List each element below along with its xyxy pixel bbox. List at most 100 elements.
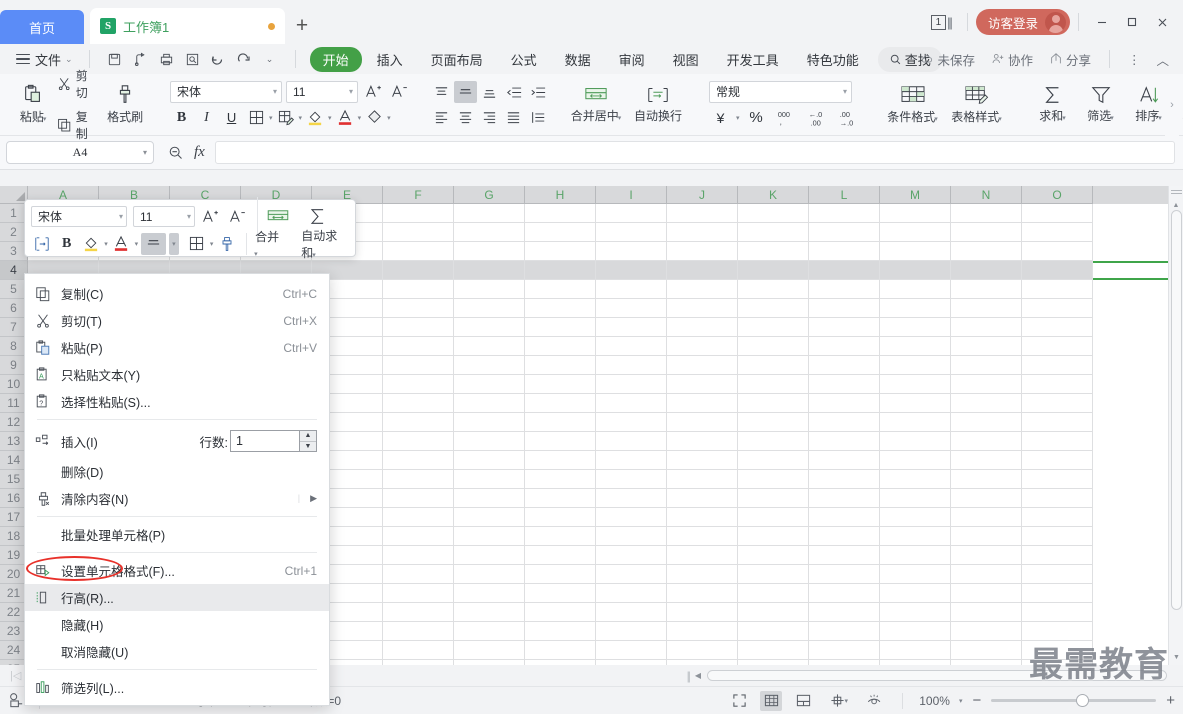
cell-J19[interactable] [667, 546, 738, 565]
vertical-split-handle[interactable] [1171, 188, 1182, 196]
column-header-L[interactable]: L [809, 186, 880, 204]
format-painter-button[interactable]: 格式刷 [100, 77, 150, 133]
cell-M8[interactable] [880, 337, 951, 356]
cell-F12[interactable] [383, 413, 454, 432]
cell-O21[interactable] [1022, 584, 1093, 603]
cell-G19[interactable] [454, 546, 525, 565]
autosum-button[interactable]: 求和▾ [1029, 77, 1077, 133]
cell-G10[interactable] [454, 375, 525, 394]
cell-I19[interactable] [596, 546, 667, 565]
cell-L3[interactable] [809, 242, 880, 261]
cell-I11[interactable] [596, 394, 667, 413]
cell-G13[interactable] [454, 432, 525, 451]
mini-fill-color-button[interactable] [81, 233, 103, 255]
cell-J22[interactable] [667, 603, 738, 622]
cell-M1[interactable] [880, 204, 951, 223]
cell-N18[interactable] [951, 527, 1022, 546]
page-break-preview-button[interactable]: ▾ [824, 691, 854, 711]
cell-F9[interactable] [383, 356, 454, 375]
cell-L13[interactable] [809, 432, 880, 451]
cell-F14[interactable] [383, 451, 454, 470]
cell-J10[interactable] [667, 375, 738, 394]
cell-L21[interactable] [809, 584, 880, 603]
menu-item-1[interactable]: 剪切(T) Ctrl+X [25, 307, 329, 334]
cell-M17[interactable] [880, 508, 951, 527]
cell-K7[interactable] [738, 318, 809, 337]
align-right-button[interactable] [478, 106, 501, 128]
copy-button[interactable]: 复制 [54, 106, 100, 144]
column-header-O[interactable]: O [1022, 186, 1093, 204]
cell-I10[interactable] [596, 375, 667, 394]
cell-G7[interactable] [454, 318, 525, 337]
close-button[interactable] [1147, 7, 1177, 37]
cell-I5[interactable] [596, 280, 667, 299]
cell-N2[interactable] [951, 223, 1022, 242]
cell-G15[interactable] [454, 470, 525, 489]
cell-J13[interactable] [667, 432, 738, 451]
column-header-M[interactable]: M [880, 186, 951, 204]
cell-K8[interactable] [738, 337, 809, 356]
cell-M22[interactable] [880, 603, 951, 622]
cell-O18[interactable] [1022, 527, 1093, 546]
cell-K24[interactable] [738, 641, 809, 660]
cell-F23[interactable] [383, 622, 454, 641]
horizontal-split-handle[interactable]: || [687, 669, 691, 683]
cell-G23[interactable] [454, 622, 525, 641]
mini-merge-label[interactable]: 合并▾ [254, 228, 280, 259]
filter-button[interactable]: 筛选▾ [1077, 77, 1125, 133]
cell-K11[interactable] [738, 394, 809, 413]
cell-H3[interactable] [525, 242, 596, 261]
chevron-down-icon[interactable]: ▾ [143, 148, 147, 157]
mini-autosum-label[interactable]: 自动求和▾ [301, 227, 349, 261]
cell-J2[interactable] [667, 223, 738, 242]
spin-down-icon[interactable]: ▼ [300, 442, 316, 452]
cell-G9[interactable] [454, 356, 525, 375]
cell-N19[interactable] [951, 546, 1022, 565]
mini-font-size-select[interactable]: 11 ▾ [133, 206, 195, 227]
borders-button[interactable] [245, 107, 268, 129]
cell-G18[interactable] [454, 527, 525, 546]
column-header-G[interactable]: G [454, 186, 525, 204]
mini-format-painter-button[interactable] [216, 233, 238, 255]
cell-F20[interactable] [383, 565, 454, 584]
zoom-slider-knob[interactable] [1076, 694, 1090, 707]
menu-item-7[interactable]: 清除内容(N) | ▶ [25, 485, 329, 512]
cell-H8[interactable] [525, 337, 596, 356]
cell-F17[interactable] [383, 508, 454, 527]
cell-L11[interactable] [809, 394, 880, 413]
chevron-down-icon[interactable]: ▾ [387, 114, 391, 122]
cell-G24[interactable] [454, 641, 525, 660]
cell-M9[interactable] [880, 356, 951, 375]
cell-M15[interactable] [880, 470, 951, 489]
cell-H14[interactable] [525, 451, 596, 470]
cell-N8[interactable] [951, 337, 1022, 356]
menu-item-13[interactable]: 筛选列(L)... [25, 674, 329, 701]
column-header-N[interactable]: N [951, 186, 1022, 204]
cell-N13[interactable] [951, 432, 1022, 451]
cell-H5[interactable] [525, 280, 596, 299]
row-count-spin-buttons[interactable]: ▲ ▼ [300, 430, 317, 452]
cell-L19[interactable] [809, 546, 880, 565]
cell-N7[interactable] [951, 318, 1022, 337]
cell-F22[interactable] [383, 603, 454, 622]
ribbon-scroll-right-button[interactable]: › [1165, 74, 1179, 136]
cell-I1[interactable] [596, 204, 667, 223]
chevron-down-icon[interactable]: ▾ [299, 114, 303, 122]
guest-login-button[interactable]: 访客登录 [975, 9, 1070, 35]
cell-K14[interactable] [738, 451, 809, 470]
cell-L1[interactable] [809, 204, 880, 223]
cell-G1[interactable] [454, 204, 525, 223]
cell-H2[interactable] [525, 223, 596, 242]
menu-item-5[interactable]: 插入(I) 行数: 1 ▲ ▼ [25, 424, 329, 458]
cell-M21[interactable] [880, 584, 951, 603]
cell-L7[interactable] [809, 318, 880, 337]
cell-N10[interactable] [951, 375, 1022, 394]
cell-J3[interactable] [667, 242, 738, 261]
cell-O9[interactable] [1022, 356, 1093, 375]
macro-record-icon[interactable] [8, 692, 25, 709]
cell-H23[interactable] [525, 622, 596, 641]
cell-O10[interactable] [1022, 375, 1093, 394]
cell-F18[interactable] [383, 527, 454, 546]
cell-M2[interactable] [880, 223, 951, 242]
cell-O20[interactable] [1022, 565, 1093, 584]
